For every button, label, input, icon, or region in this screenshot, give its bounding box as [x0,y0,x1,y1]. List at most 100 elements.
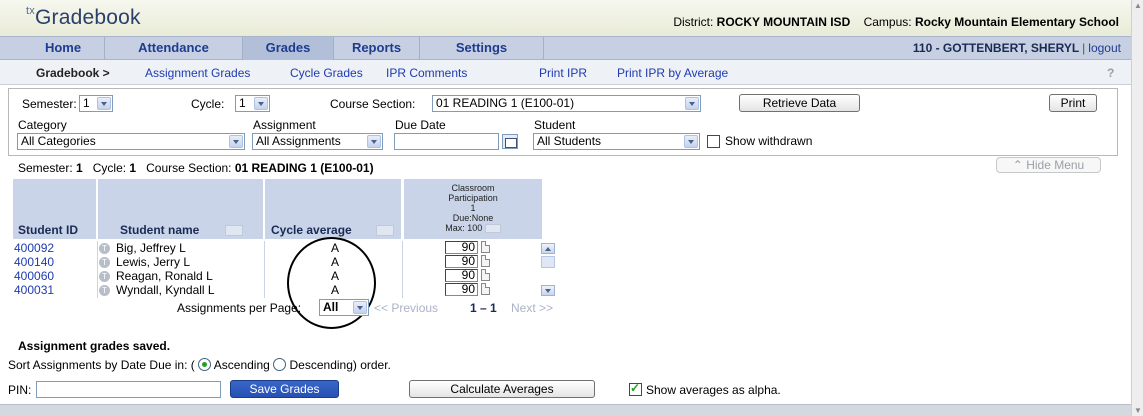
note-icon[interactable] [481,283,490,295]
student-info-icon[interactable]: T [99,271,110,282]
show-withdrawn-checkbox[interactable] [707,135,720,148]
pin-label: PIN: [8,383,32,397]
sub-nav: Gradebook > Assignment Grades Cycle Grad… [0,60,1131,85]
student-id-link[interactable]: 400031 [14,283,54,297]
due-date-label: Due Date [395,118,446,132]
app-logo[interactable]: txGradebook [26,5,141,30]
breadcrumb[interactable]: Gradebook > [36,66,110,80]
show-averages-alpha-checkbox[interactable] [629,381,642,396]
district-name: ROCKY MOUNTAIN ISD [716,15,851,29]
logout-link[interactable]: logout [1088,41,1121,55]
semester-select[interactable]: 1 [79,95,113,112]
grade-input[interactable]: 90 [445,255,478,268]
calculate-averages-button[interactable]: Calculate Averages [409,380,595,398]
descending-radio[interactable] [273,358,287,372]
next-page-link[interactable]: Next >> [511,301,553,315]
table-row: 400060 T Reagan, Ronald L A 90 [13,269,543,283]
grade-input[interactable]: 90 [445,283,478,296]
status-message: Assignment grades saved. [18,339,171,353]
cycle-select[interactable]: 1 [235,95,270,112]
grade-input[interactable]: 90 [445,269,478,282]
nav-settings[interactable]: Settings [420,37,544,60]
district-campus-info: District: ROCKY MOUNTAIN ISD Campus: Roc… [673,15,1119,29]
assignments-per-page-select[interactable]: All [319,299,369,316]
col-student-name: Student name [98,179,264,239]
category-select[interactable]: All Categories [17,133,245,150]
prev-page-link[interactable]: << Previous [374,301,438,315]
summary-cycle: 1 [129,161,137,175]
filter-panel: Semester: 1 Cycle: 1 Course Section: 01 … [8,88,1118,156]
show-withdrawn-label: Show withdrawn [725,134,813,148]
chevron-down-icon [367,135,381,148]
link-cycle-grades[interactable]: Cycle Grades [290,66,363,80]
student-select[interactable]: All Students [533,133,700,150]
assignment-header[interactable]: Classroom Participation 1 Due:None Max: … [404,179,542,239]
note-icon[interactable] [481,269,490,281]
link-ipr-comments[interactable]: IPR Comments [386,66,467,80]
user-area: 110 - GOTTENBERT, SHERYL | logout [912,41,1121,55]
descending-label: Descending) order. [289,358,391,372]
nav-attendance[interactable]: Attendance [105,37,243,60]
sort-asc-icon[interactable] [225,225,243,236]
student-info-icon[interactable]: T [99,285,110,296]
student-id-link[interactable]: 400092 [14,241,54,255]
calendar-icon[interactable] [502,134,518,149]
section-summary: Semester: 1 Cycle: 1 Course Section: 01 … [18,161,374,175]
student-id-link[interactable]: 400140 [14,255,54,269]
cycle-label: Cycle: [191,97,225,111]
chevron-up-icon: ⌃ [1012,158,1023,172]
nav-home[interactable]: Home [22,37,105,60]
chevron-down-icon [685,97,699,110]
scroll-up-icon[interactable] [541,243,555,254]
table-row: 400140 T Lewis, Jerry L A 90 [13,255,543,269]
col-student-id: Student ID [13,179,97,239]
category-label: Category [18,118,67,132]
print-button[interactable]: Print [1049,94,1097,112]
assignment-label: Assignment [253,118,316,132]
semester-label: Semester: [22,97,77,111]
header-cycle-average[interactable]: Cycle average [271,223,352,237]
table-row: 400092 T Big, Jeffrey L A 90 [13,241,543,255]
help-icon[interactable]: ? [1107,66,1119,80]
scroll-down-icon[interactable]: ▼ [1134,406,1142,415]
ascending-radio[interactable] [198,358,212,372]
bottom-bar [0,404,1131,416]
link-assignment-grades[interactable]: Assignment Grades [145,66,250,80]
student-info-icon[interactable]: T [99,257,110,268]
app-header: txGradebook District: ROCKY MOUNTAIN ISD… [0,0,1131,36]
table-row: 400031 T Wyndall, Kyndall L A 90 [13,283,543,297]
page-scrollbar[interactable]: ▲ ▼ [1131,0,1143,416]
course-section-label: Course Section: [330,97,416,111]
chevron-down-icon [97,97,111,110]
assignment-options-icon[interactable] [484,224,501,234]
nav-reports[interactable]: Reports [334,37,420,60]
header-student-name[interactable]: Student name [120,223,199,237]
link-print-ipr-by-average[interactable]: Print IPR by Average [617,66,728,80]
student-name: Reagan, Ronald L [116,269,213,283]
ascending-label: Ascending [213,358,270,372]
pin-input[interactable] [36,381,221,398]
sort-icon[interactable] [376,225,394,236]
hide-menu-button[interactable]: ⌃ Hide Menu [996,157,1101,173]
summary-semester: 1 [76,161,83,175]
scroll-up-icon[interactable]: ▲ [1134,1,1142,10]
scroll-down-icon[interactable] [541,285,555,296]
save-grades-button[interactable]: Save Grades [230,380,339,398]
due-date-input[interactable] [394,133,499,150]
grade-input[interactable]: 90 [445,241,478,254]
rows-scrollbar[interactable] [541,243,555,297]
header-student-id[interactable]: Student ID [18,223,78,237]
summary-course: 01 READING 1 (E100-01) [234,161,374,175]
student-id-link[interactable]: 400060 [14,269,54,283]
retrieve-data-button[interactable]: Retrieve Data [739,94,860,112]
course-section-select[interactable]: 01 READING 1 (E100-01) [432,95,701,112]
student-info-icon[interactable]: T [99,243,110,254]
scroll-thumb[interactable] [541,256,555,268]
link-print-ipr[interactable]: Print IPR [539,66,587,80]
nav-grades[interactable]: Grades [243,37,334,60]
note-icon[interactable] [481,255,490,267]
assignment-select[interactable]: All Assignments [252,133,383,150]
main-nav: Home Attendance Grades Reports Settings … [0,36,1131,60]
note-icon[interactable] [481,241,490,253]
chevron-down-icon [684,135,698,148]
